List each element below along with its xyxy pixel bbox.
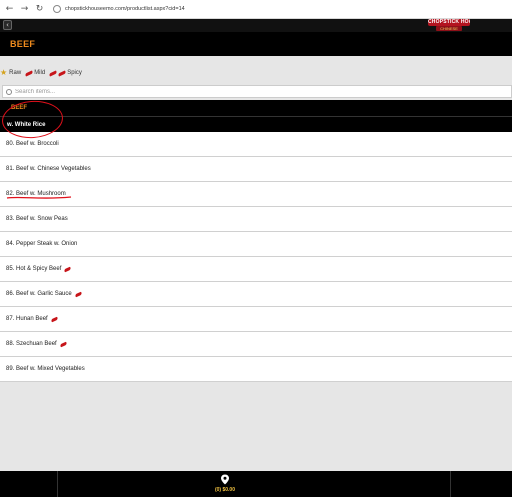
legend-raw: ★ Raw	[0, 69, 21, 77]
menu-item-row[interactable]: 82. Beef w. Mushroom	[0, 182, 512, 207]
reload-icon[interactable]: ↻	[34, 4, 45, 15]
address-bar[interactable]: chopstickhouseemo.com/productlist.aspx?c…	[51, 3, 251, 15]
pepper-icon	[57, 69, 67, 77]
chevron-left-icon[interactable]: ‹	[3, 20, 12, 30]
pepper-icon	[48, 69, 58, 77]
category-header: BEEF	[0, 100, 512, 116]
menu-item-label: 86. Beef w. Garlic Sauce	[6, 291, 72, 297]
menu-item-row[interactable]: 84. Pepper Steak w. Onion	[0, 232, 512, 257]
title-bar: BEEF	[0, 32, 512, 56]
subcategory-header: w. White Rice	[0, 116, 512, 132]
legend-mild-label: Mild	[34, 70, 46, 76]
menu-item-label: 88. Szechuan Beef	[6, 341, 57, 347]
page-title: BEEF	[10, 39, 36, 49]
legend-spicy-label: Spicy	[67, 70, 82, 76]
forward-arrow-icon[interactable]: →	[19, 4, 30, 15]
search-icon	[6, 88, 12, 95]
footer-divider	[450, 471, 451, 497]
browser-toolbar: ← → ↻ chopstickhouseemo.com/productlist.…	[0, 0, 512, 19]
logo[interactable]: CHOPSTICK HOUSE CHINESE	[428, 19, 470, 32]
pepper-icon	[24, 69, 34, 77]
pepper-icon	[50, 316, 59, 322]
legend-mild: Mild	[24, 69, 46, 77]
search-bar	[2, 85, 512, 98]
menu-item-label: 89. Beef w. Mixed Vegetables	[6, 366, 85, 372]
pepper-icon	[64, 266, 72, 272]
logo-line1: CHOPSTICK HOUSE	[428, 19, 470, 26]
legend-spicy: Spicy	[48, 69, 82, 77]
cart-total[interactable]: (0) $0.00	[200, 487, 250, 493]
menu-item-row[interactable]: 83. Beef w. Snow Peas	[0, 207, 512, 232]
menu-item-label: 83. Beef w. Snow Peas	[6, 216, 68, 222]
legend-raw-label: Raw	[9, 70, 22, 76]
site-header: ‹ CHOPSTICK HOUSE CHINESE	[0, 19, 512, 32]
pepper-icon	[59, 341, 68, 347]
menu-item-label: 87. Hunan Beef	[6, 316, 48, 322]
menu-item-row[interactable]: 88. Szechuan Beef	[0, 332, 512, 357]
menu-item-label: 80. Beef w. Broccoli	[6, 141, 59, 147]
url-text: chopstickhouseemo.com/productlist.aspx?c…	[65, 6, 185, 12]
menu-item-row[interactable]: 86. Beef w. Garlic Sauce	[0, 282, 512, 307]
logo-line2: CHINESE	[436, 26, 462, 31]
annotation-underline	[6, 196, 72, 199]
menu-item-row[interactable]: 85. Hot & Spicy Beef	[0, 257, 512, 282]
menu-item-row[interactable]: 80. Beef w. Broccoli	[0, 132, 512, 157]
pepper-icon	[74, 291, 83, 297]
menu-item-label: 84. Pepper Steak w. Onion	[6, 241, 78, 247]
footer-bar: (0) $0.00	[0, 471, 512, 497]
back-arrow-icon[interactable]: ←	[4, 4, 15, 15]
menu-item-row[interactable]: 81. Beef w. Chinese Vegetables	[0, 157, 512, 182]
menu-item-row[interactable]: 87. Hunan Beef	[0, 307, 512, 332]
menu-item-list: 80. Beef w. Broccoli 81. Beef w. Chinese …	[0, 132, 512, 382]
spice-legend: ★ Raw Mild Spicy	[0, 68, 86, 78]
menu-item-label: 81. Beef w. Chinese Vegetables	[6, 166, 91, 172]
menu-item-label: 85. Hot & Spicy Beef	[6, 266, 62, 272]
cart-pin-icon[interactable]	[220, 474, 230, 485]
footer-divider	[57, 471, 58, 497]
search-input[interactable]	[15, 88, 495, 95]
menu-item-row[interactable]: 89. Beef w. Mixed Vegetables	[0, 357, 512, 382]
star-icon: ★	[0, 68, 8, 77]
site-info-icon[interactable]	[53, 5, 61, 13]
